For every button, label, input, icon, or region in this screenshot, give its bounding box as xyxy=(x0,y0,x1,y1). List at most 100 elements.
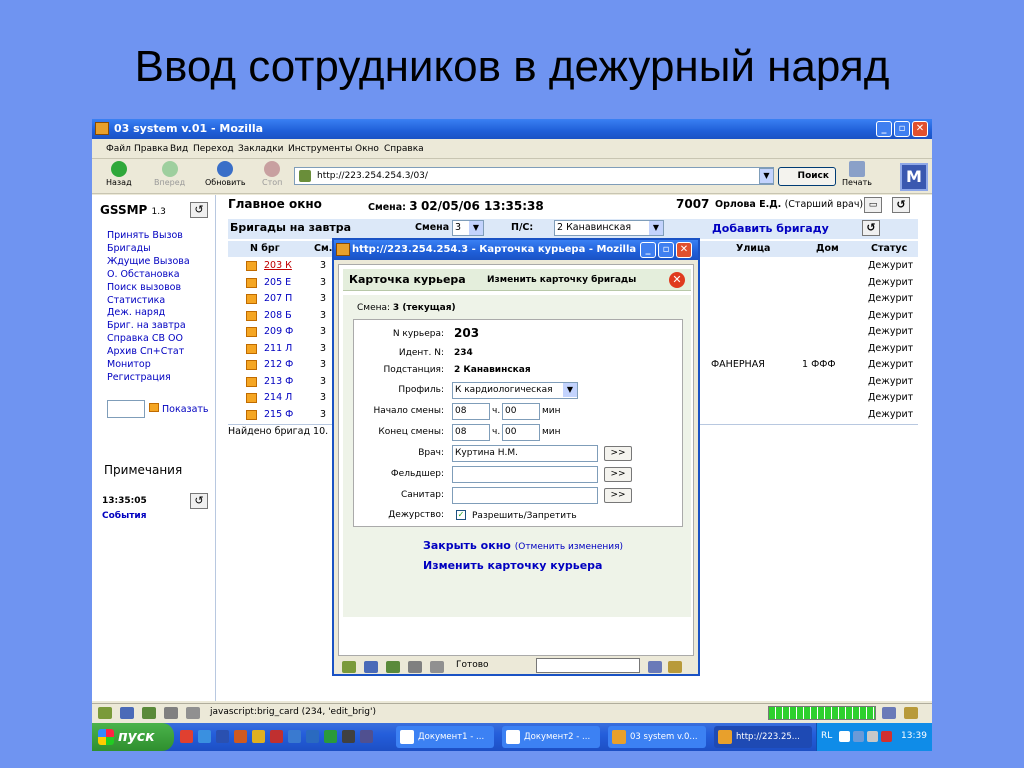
quicklaunch-icon[interactable] xyxy=(252,730,265,743)
brigade-link[interactable]: 205 Е xyxy=(264,277,291,288)
sidebar-item-statistics[interactable]: Статистика xyxy=(107,295,190,308)
brigade-link[interactable]: 207 П xyxy=(264,293,292,304)
quicklaunch-icon[interactable] xyxy=(360,730,373,743)
irc-icon[interactable] xyxy=(186,707,200,719)
address-book-icon[interactable] xyxy=(164,707,178,719)
close-icon[interactable]: ✕ xyxy=(676,242,692,258)
end-minutes-input[interactable]: 00 xyxy=(502,424,540,441)
card-icon[interactable] xyxy=(246,294,257,304)
sidebar-item-duty[interactable]: Деж. наряд xyxy=(107,307,190,320)
minimize-icon[interactable]: _ xyxy=(876,121,892,137)
quicklaunch-icon[interactable] xyxy=(234,730,247,743)
show-link[interactable]: Показать xyxy=(149,403,209,415)
task-card-window[interactable]: http://223.25... xyxy=(714,726,812,748)
quicklaunch-icon[interactable] xyxy=(306,730,319,743)
doctor-input[interactable]: Куртина Н.М. xyxy=(452,445,598,462)
sidebar-item-search-calls[interactable]: Поиск вызовов xyxy=(107,282,190,295)
task-document1[interactable]: Документ1 - ... xyxy=(396,726,494,748)
close-window-link[interactable]: Закрыть окно (Отменить изменения) xyxy=(423,539,623,552)
sidebar-item-reference[interactable]: Справка СВ ОО xyxy=(107,333,190,346)
card-icon[interactable] xyxy=(246,360,257,370)
pick-doctor-button[interactable]: >> xyxy=(604,446,632,461)
show-input[interactable] xyxy=(107,400,145,418)
brigade-link[interactable]: 208 Б xyxy=(264,310,292,321)
main-refresh-icon[interactable]: ↺ xyxy=(892,197,910,213)
edit-courier-card-link[interactable]: Изменить карточку курьера xyxy=(423,559,602,572)
quicklaunch-icon[interactable] xyxy=(342,730,355,743)
maximize-icon[interactable]: ▫ xyxy=(894,121,910,137)
card-icon[interactable] xyxy=(246,393,257,403)
menu-go[interactable]: Переход xyxy=(193,144,234,154)
duty-checkbox[interactable]: ✓ xyxy=(456,510,466,520)
cancel-changes-link[interactable]: (Отменить изменения) xyxy=(515,542,623,552)
address-book-icon[interactable] xyxy=(408,661,422,673)
network-icon[interactable] xyxy=(98,707,112,719)
start-button[interactable]: пуск xyxy=(92,723,174,751)
events-link[interactable]: События xyxy=(102,511,147,521)
forward-button[interactable]: Вперед xyxy=(154,161,185,187)
feldsher-input[interactable] xyxy=(452,466,598,483)
brigade-link[interactable]: 203 К xyxy=(264,260,292,271)
sidebar-item-accept-call[interactable]: Принять Вызов xyxy=(107,230,190,243)
mail-icon[interactable] xyxy=(120,707,134,719)
refresh-icon[interactable]: ↺ xyxy=(190,202,208,218)
menu-help[interactable]: Справка xyxy=(384,144,424,154)
start-hours-input[interactable]: 08 xyxy=(452,403,490,420)
card-icon[interactable] xyxy=(246,310,257,321)
print-page-icon[interactable]: ▭ xyxy=(864,197,882,213)
mail-icon[interactable] xyxy=(364,661,378,673)
stop-button[interactable]: Стоп xyxy=(262,161,282,187)
pick-sanitar-button[interactable]: >> xyxy=(604,488,632,503)
search-button[interactable]: Поиск xyxy=(778,167,836,186)
start-minutes-input[interactable]: 00 xyxy=(502,403,540,420)
tray-icon[interactable] xyxy=(867,731,878,742)
quicklaunch-icon[interactable] xyxy=(324,730,337,743)
brigade-link[interactable]: 214 Л xyxy=(264,392,292,403)
pick-feldsher-button[interactable]: >> xyxy=(604,467,632,482)
sidebar-item-situation[interactable]: О. Обстановка xyxy=(107,269,190,282)
quicklaunch-icon[interactable] xyxy=(216,730,229,743)
task-03system[interactable]: 03 system v.0... xyxy=(608,726,706,748)
quicklaunch-icon[interactable] xyxy=(270,730,283,743)
card-icon[interactable] xyxy=(246,327,257,337)
profile-select[interactable]: К кардиологическая ▼ xyxy=(452,382,578,399)
brigades-refresh-icon[interactable]: ↺ xyxy=(862,220,880,236)
sidebar-item-registration[interactable]: Регистрация xyxy=(107,372,190,385)
brigade-link[interactable]: 212 Ф xyxy=(264,359,293,370)
card-icon[interactable] xyxy=(246,277,257,288)
sidebar-item-monitor[interactable]: Монитор xyxy=(107,359,190,372)
notes-refresh-icon[interactable]: ↺ xyxy=(190,493,208,509)
task-document2[interactable]: Документ2 - ... xyxy=(502,726,600,748)
reload-button[interactable]: Обновить xyxy=(205,161,246,187)
close-card-icon[interactable]: ✕ xyxy=(669,272,685,288)
close-icon[interactable]: ✕ xyxy=(912,121,928,137)
quicklaunch-icon[interactable] xyxy=(288,730,301,743)
smena-select[interactable]: 3 ▼ xyxy=(452,220,484,236)
sanitar-input[interactable] xyxy=(452,487,598,504)
menu-tools[interactable]: Инструменты xyxy=(288,144,352,154)
network-icon[interactable] xyxy=(342,661,356,673)
brigade-link[interactable]: 215 Ф xyxy=(264,409,293,420)
popup-titlebar[interactable]: http://223.254.254.3 - Карточка курьера … xyxy=(334,240,698,260)
sidebar-item-waiting[interactable]: Ждущие Вызова xyxy=(107,256,190,269)
print-button[interactable]: Печать xyxy=(842,161,872,187)
brigade-link[interactable]: 209 Ф xyxy=(264,326,293,337)
menu-edit[interactable]: Правка xyxy=(134,144,168,154)
sidebar-item-archive[interactable]: Архив Сп+Стат xyxy=(107,346,190,359)
tray-icon[interactable] xyxy=(839,731,850,742)
quicklaunch-icon[interactable] xyxy=(198,730,211,743)
brigade-link[interactable]: 213 Ф xyxy=(264,376,293,387)
menu-file[interactable]: Файл xyxy=(106,144,131,154)
card-icon[interactable] xyxy=(246,343,257,354)
card-icon[interactable] xyxy=(246,376,257,387)
substation-select[interactable]: 2 Канавинская ▼ xyxy=(554,220,664,236)
edit-brigade-card-link[interactable]: Изменить карточку бригады xyxy=(487,275,636,285)
menu-window[interactable]: Окно xyxy=(355,144,379,154)
quicklaunch-icon[interactable] xyxy=(180,730,193,743)
sidebar-item-brigades[interactable]: Бригады xyxy=(107,243,190,256)
language-indicator[interactable]: RL xyxy=(821,731,832,741)
end-hours-input[interactable]: 08 xyxy=(452,424,490,441)
composer-icon[interactable] xyxy=(142,707,156,719)
tray-icon[interactable] xyxy=(853,731,864,742)
menu-bookmarks[interactable]: Закладки xyxy=(238,144,284,154)
